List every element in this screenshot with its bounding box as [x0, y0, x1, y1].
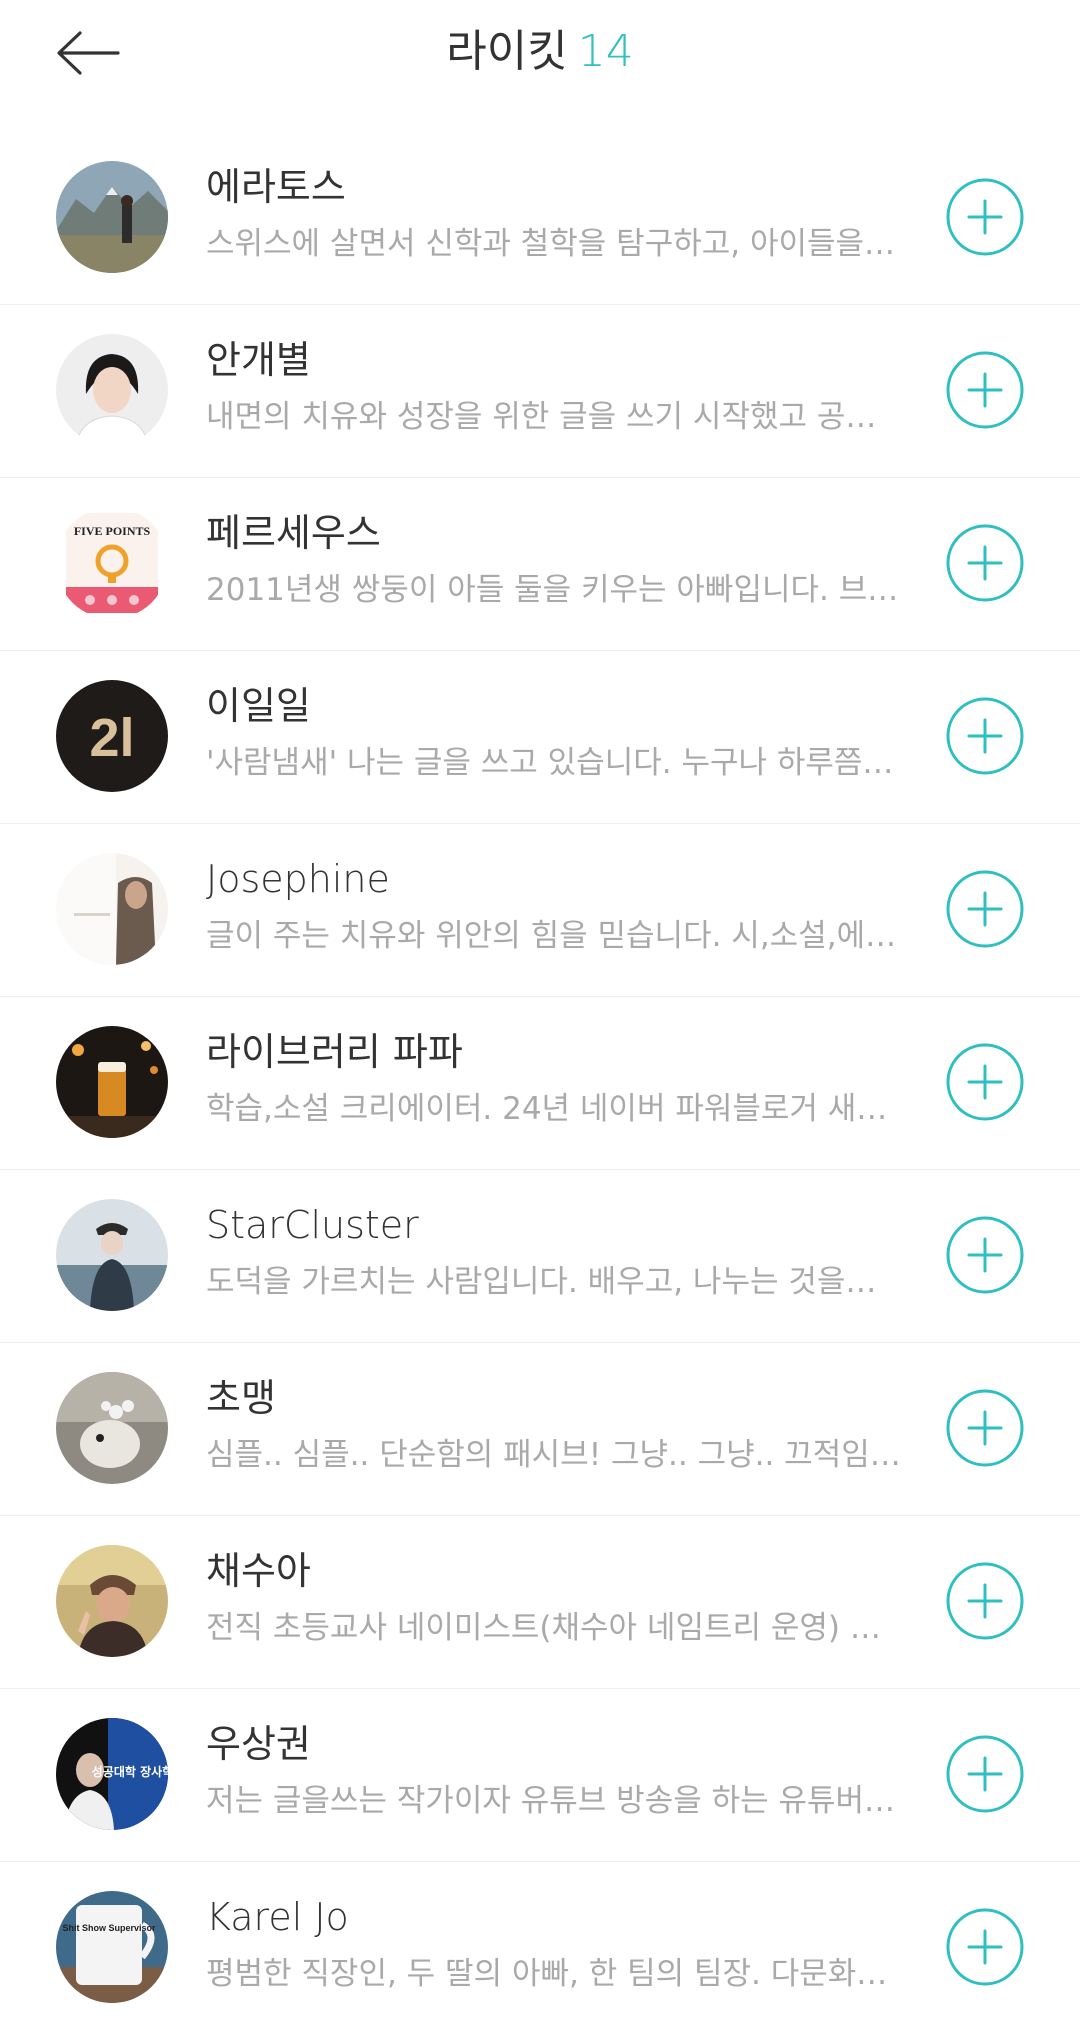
avatar[interactable]: Shit Show Supervisor: [56, 1891, 168, 2003]
avatar[interactable]: [56, 1372, 168, 1484]
user-name: 우상권: [206, 1722, 311, 1766]
user-description: '사람냄새' 나는 글을 쓰고 있습니다. 누구나 하루쯤…: [206, 745, 894, 781]
top-bar: 라이킷 14: [0, 0, 1080, 104]
user-name: Josephine: [206, 857, 390, 901]
logo-text: 2l: [89, 708, 134, 768]
user-description: 평범한 직장인, 두 딸의 아빠, 한 팀의 팀장. 다문화…: [206, 1956, 888, 1992]
user-name: Karel Jo: [206, 1895, 349, 1939]
plus-circle-icon[interactable]: [946, 1216, 1024, 1294]
page-title-label: 라이킷: [446, 26, 568, 77]
plus-circle-icon[interactable]: [946, 1562, 1024, 1640]
mug-text: Shit Show Supervisor: [62, 1923, 156, 1933]
liker-list: 에라토스 스위스에 살면서 신학과 철학을 탐구하고, 아이들을… 안개별 내면…: [0, 132, 1080, 2035]
list-item[interactable]: 채수아 전직 초등교사 네이미스트(채수아 네임트리 운영) …: [0, 1516, 1080, 1689]
avatar[interactable]: [56, 853, 168, 965]
avatar[interactable]: [56, 161, 168, 273]
avatar[interactable]: [56, 334, 168, 446]
user-name: 이일일: [206, 684, 311, 728]
user-description: 저는 글을쓰는 작가이자 유튜브 방송을 하는 유튜버…: [206, 1783, 896, 1819]
user-name: 안개별: [206, 338, 311, 382]
user-description: 스위스에 살면서 신학과 철학을 탐구하고, 아이들을…: [206, 226, 896, 262]
list-item[interactable]: 에라토스 스위스에 살면서 신학과 철학을 탐구하고, 아이들을…: [0, 132, 1080, 305]
list-item[interactable]: 안개별 내면의 치유와 성장을 위한 글을 쓰기 시작했고 공…: [0, 305, 1080, 478]
list-item[interactable]: 라이브러리 파파 학습,소설 크리에이터. 24년 네이버 파워블로거 새…: [0, 997, 1080, 1170]
like-count: 14: [577, 26, 634, 77]
user-name: 채수아: [206, 1549, 311, 1593]
plus-circle-icon[interactable]: [946, 178, 1024, 256]
list-item[interactable]: 성공대학 장사학과 우상권 저는 글을쓰는 작가이자 유튜브 방송을 하는 유튜…: [0, 1689, 1080, 1862]
plus-circle-icon[interactable]: [946, 870, 1024, 948]
page-title: 라이킷 14: [0, 22, 1080, 82]
avatar[interactable]: 성공대학 장사학과: [56, 1718, 168, 1830]
avatar[interactable]: [56, 1545, 168, 1657]
avatar[interactable]: [56, 1199, 168, 1311]
book-title-text: 성공대학 장사학과: [92, 1764, 168, 1779]
user-description: 글이 주는 치유와 위안의 힘을 믿습니다. 시,소설,에…: [206, 918, 897, 954]
avatar[interactable]: 2l: [56, 680, 168, 792]
avatar[interactable]: [56, 1026, 168, 1138]
plus-circle-icon[interactable]: [946, 1735, 1024, 1813]
user-description: 2011년생 쌍둥이 아들 둘을 키우는 아빠입니다. 브…: [206, 572, 899, 608]
user-description: 심플.. 심플.. 단순함의 패시브! 그냥.. 그냥.. 끄적임…: [206, 1437, 901, 1473]
user-description: 내면의 치유와 성장을 위한 글을 쓰기 시작했고 공…: [206, 399, 877, 435]
plus-circle-icon[interactable]: [946, 1389, 1024, 1467]
plus-circle-icon[interactable]: [946, 697, 1024, 775]
user-description: 전직 초등교사 네이미스트(채수아 네임트리 운영) …: [206, 1610, 881, 1646]
five-points-text: FIVE POINTS: [74, 524, 151, 538]
user-name: 라이브러리 파파: [206, 1030, 463, 1074]
plus-circle-icon[interactable]: [946, 1043, 1024, 1121]
plus-circle-icon[interactable]: [946, 1908, 1024, 1986]
user-name: 에라토스: [206, 165, 346, 209]
list-item[interactable]: StarCluster 도덕을 가르치는 사람입니다. 배우고, 나누는 것을…: [0, 1170, 1080, 1343]
list-item[interactable]: FIVE POINTS 페르세우스 2011년생 쌍둥이 아들 둘을 키우는 아…: [0, 478, 1080, 651]
avatar[interactable]: FIVE POINTS: [56, 507, 168, 619]
list-item[interactable]: 2l 이일일 '사람냄새' 나는 글을 쓰고 있습니다. 누구나 하루쯤…: [0, 651, 1080, 824]
user-name: 페르세우스: [206, 511, 381, 555]
list-item[interactable]: 초맹 심플.. 심플.. 단순함의 패시브! 그냥.. 그냥.. 끄적임…: [0, 1343, 1080, 1516]
plus-circle-icon[interactable]: [946, 524, 1024, 602]
plus-circle-icon[interactable]: [946, 351, 1024, 429]
user-name: 초맹: [206, 1376, 276, 1420]
list-item[interactable]: Josephine 글이 주는 치유와 위안의 힘을 믿습니다. 시,소설,에…: [0, 824, 1080, 997]
list-item[interactable]: Shit Show Supervisor Karel Jo 평범한 직장인, 두…: [0, 1862, 1080, 2035]
user-description: 학습,소설 크리에이터. 24년 네이버 파워블로거 새…: [206, 1091, 888, 1127]
user-name: StarCluster: [206, 1203, 419, 1247]
user-description: 도덕을 가르치는 사람입니다. 배우고, 나누는 것을…: [206, 1264, 877, 1300]
